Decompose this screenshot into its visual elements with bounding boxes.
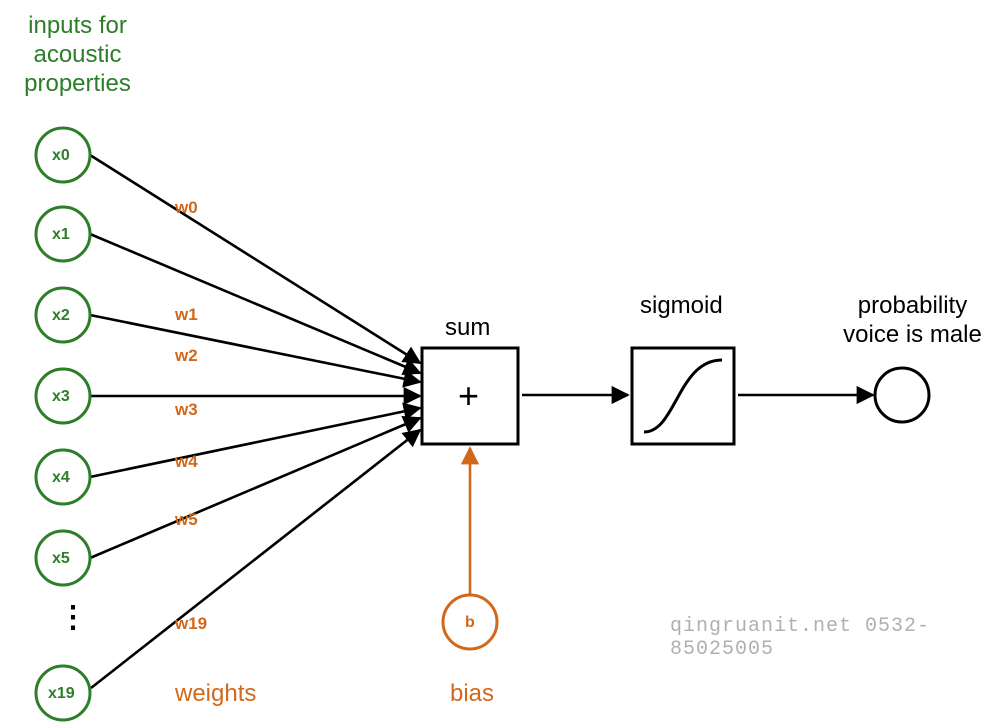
inputs-header: inputs for acoustic properties (10, 12, 145, 98)
input-label-x2: x2 (52, 306, 70, 325)
bias-caption: bias (450, 680, 494, 709)
sum-symbol: + (458, 374, 479, 417)
edge-x4-sum (90, 408, 420, 477)
sigmoid-box (632, 348, 734, 444)
weights-caption: weights (175, 680, 256, 709)
edge-x5-sum (90, 418, 420, 558)
weight-label-w2: w2 (175, 346, 198, 366)
edge-x19-sum (91, 430, 420, 688)
weight-label-w1: w1 (175, 305, 198, 325)
weight-label-w3: w3 (175, 400, 198, 420)
weight-label-w0: w0 (175, 198, 198, 218)
output-title: probability voice is male (830, 292, 995, 350)
weight-label-w4: w4 (175, 452, 198, 472)
sum-title: sum (445, 314, 490, 343)
input-label-x19: x19 (48, 684, 75, 703)
input-label-x3: x3 (52, 387, 70, 406)
weight-label-w5: w5 (175, 510, 198, 530)
weight-label-w19: w19 (175, 614, 207, 634)
edge-x2-sum (90, 315, 420, 382)
edge-x0-sum (90, 155, 420, 363)
input-label-x5: x5 (52, 549, 70, 568)
input-label-x0: x0 (52, 146, 70, 165)
input-label-x4: x4 (52, 468, 70, 487)
output-node (875, 368, 929, 422)
sigmoid-title: sigmoid (640, 292, 723, 321)
edge-x1-sum (90, 234, 420, 373)
input-ellipsis: ⋮ (58, 600, 90, 636)
input-label-x1: x1 (52, 225, 70, 244)
bias-node-label: b (465, 613, 475, 632)
watermark-text: qingruanit.net 0532-85025005 (670, 615, 998, 661)
